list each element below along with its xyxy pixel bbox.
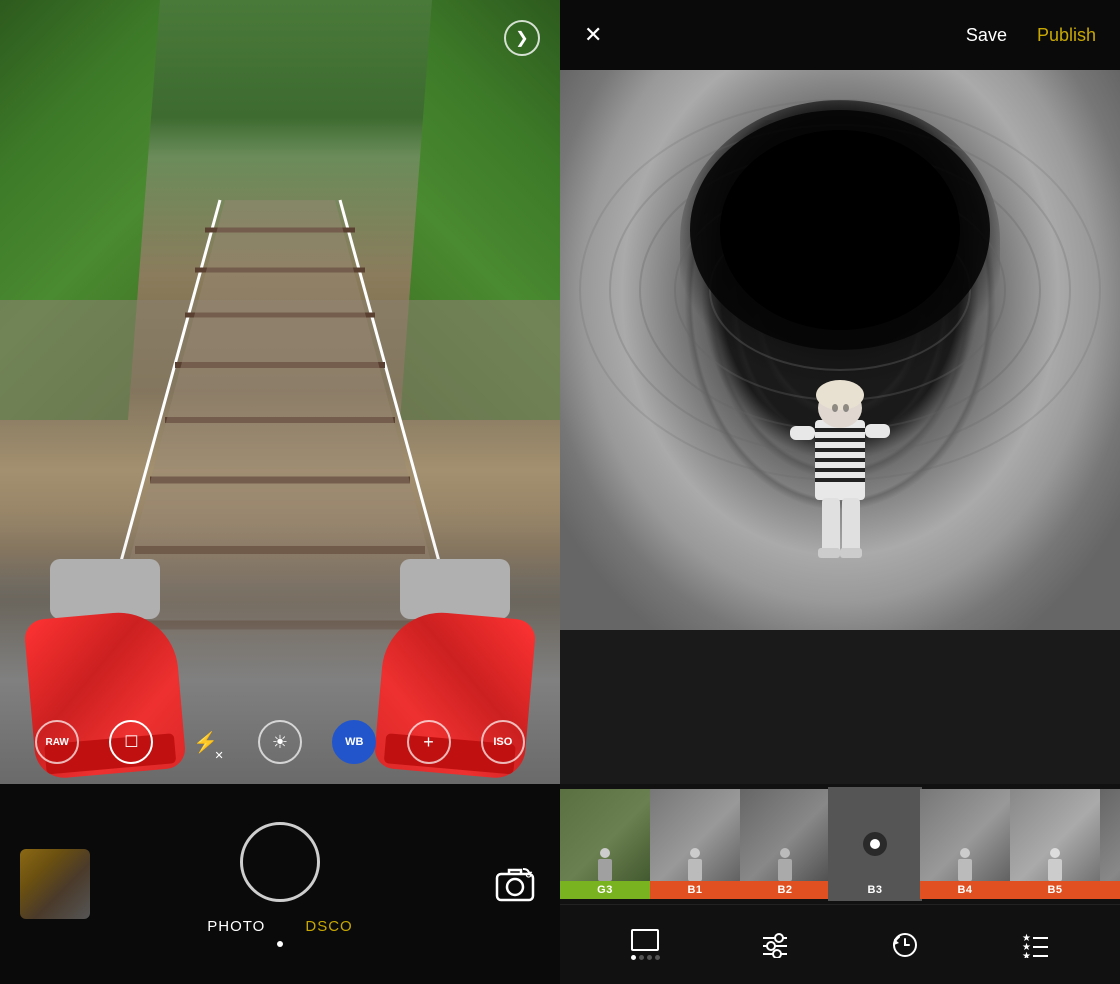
frames-icon: [630, 930, 660, 960]
wb-button[interactable]: WB: [332, 720, 376, 764]
b3-active-indicator: [863, 832, 887, 856]
history-tool-button[interactable]: [890, 930, 920, 960]
presets-tool-button[interactable]: ★ ★ ★: [1020, 930, 1050, 960]
edit-header: ✕ Save Publish: [560, 0, 1120, 70]
b1-label: B1: [650, 881, 740, 899]
flip-camera-icon: ↺: [495, 866, 535, 902]
filter-frame-g3[interactable]: G3: [560, 789, 650, 899]
flash-button[interactable]: ⚡✕: [184, 720, 228, 764]
camera-panel: ❯ RAW ☐ ⚡✕ ☀ WB + ISO PHOTO DSCO: [0, 0, 560, 984]
thumbnail-image: [20, 849, 90, 919]
mode-dot-indicator: [277, 941, 283, 947]
filter-frame-b3[interactable]: B3: [830, 789, 920, 899]
bw-photo: [560, 70, 1120, 630]
raw-button[interactable]: RAW: [35, 720, 79, 764]
frames-tool-button[interactable]: [630, 930, 660, 960]
shutter-button[interactable]: [240, 822, 320, 902]
close-button[interactable]: ✕: [584, 22, 602, 48]
filter-frame-b2[interactable]: B2: [740, 789, 830, 899]
bottom-tools: ★ ★ ★: [560, 904, 1120, 984]
mode-tabs: PHOTO DSCO: [207, 918, 352, 935]
g3-label: G3: [560, 881, 650, 899]
b4-label: B4: [920, 881, 1010, 899]
adjust-tool-button[interactable]: [760, 930, 790, 960]
svg-text:↺: ↺: [525, 870, 533, 880]
shutter-button-container: PHOTO DSCO: [207, 822, 352, 947]
dsco-mode-tab[interactable]: DSCO: [305, 918, 352, 935]
camera-bottom-controls: RAW ☐ ⚡✕ ☀ WB + ISO: [0, 720, 560, 764]
sliders-icon: [760, 930, 790, 960]
photo-svg: [560, 70, 1120, 630]
track-photo: [0, 0, 560, 784]
film-strip-inner: G3 B1: [560, 784, 1120, 904]
plus-exposure-button[interactable]: +: [407, 720, 451, 764]
photo-padding: [560, 630, 1120, 784]
edit-panel: ✕ Save Publish: [560, 0, 1120, 984]
svg-text:★: ★: [1022, 951, 1031, 958]
b6-label: B6: [1100, 881, 1120, 899]
flip-camera-button[interactable]: ↺: [490, 859, 540, 909]
photo-mode-tab[interactable]: PHOTO: [207, 918, 265, 935]
presets-icon: ★ ★ ★: [1020, 930, 1050, 960]
exposure-button[interactable]: ☀: [258, 720, 302, 764]
header-actions: Save Publish: [966, 25, 1096, 46]
focus-square-button[interactable]: ☐: [109, 720, 153, 764]
save-button[interactable]: Save: [966, 25, 1007, 46]
b5-label: B5: [1010, 881, 1100, 899]
sock-left: [50, 559, 160, 619]
publish-button[interactable]: Publish: [1037, 25, 1096, 46]
iso-button[interactable]: ISO: [481, 720, 525, 764]
main-photo: [560, 70, 1120, 630]
next-arrow-button[interactable]: ❯: [504, 20, 540, 56]
b3-label: B3: [830, 881, 920, 899]
film-strip[interactable]: G3 B1: [560, 784, 1120, 904]
photo-thumbnail[interactable]: [20, 849, 90, 919]
b2-label: B2: [740, 881, 830, 899]
filter-frame-b1[interactable]: B1: [650, 789, 740, 899]
history-icon: [890, 930, 920, 960]
camera-viewfinder: ❯ RAW ☐ ⚡✕ ☀ WB + ISO: [0, 0, 560, 784]
filter-frame-b6[interactable]: B6: [1100, 789, 1120, 899]
filter-frame-b5[interactable]: B5: [1010, 789, 1100, 899]
camera-toolbar: PHOTO DSCO ↺: [0, 784, 560, 984]
filter-frame-b4[interactable]: B4: [920, 789, 1010, 899]
sock-right: [400, 559, 510, 619]
camera-controls: ❯: [504, 20, 540, 56]
